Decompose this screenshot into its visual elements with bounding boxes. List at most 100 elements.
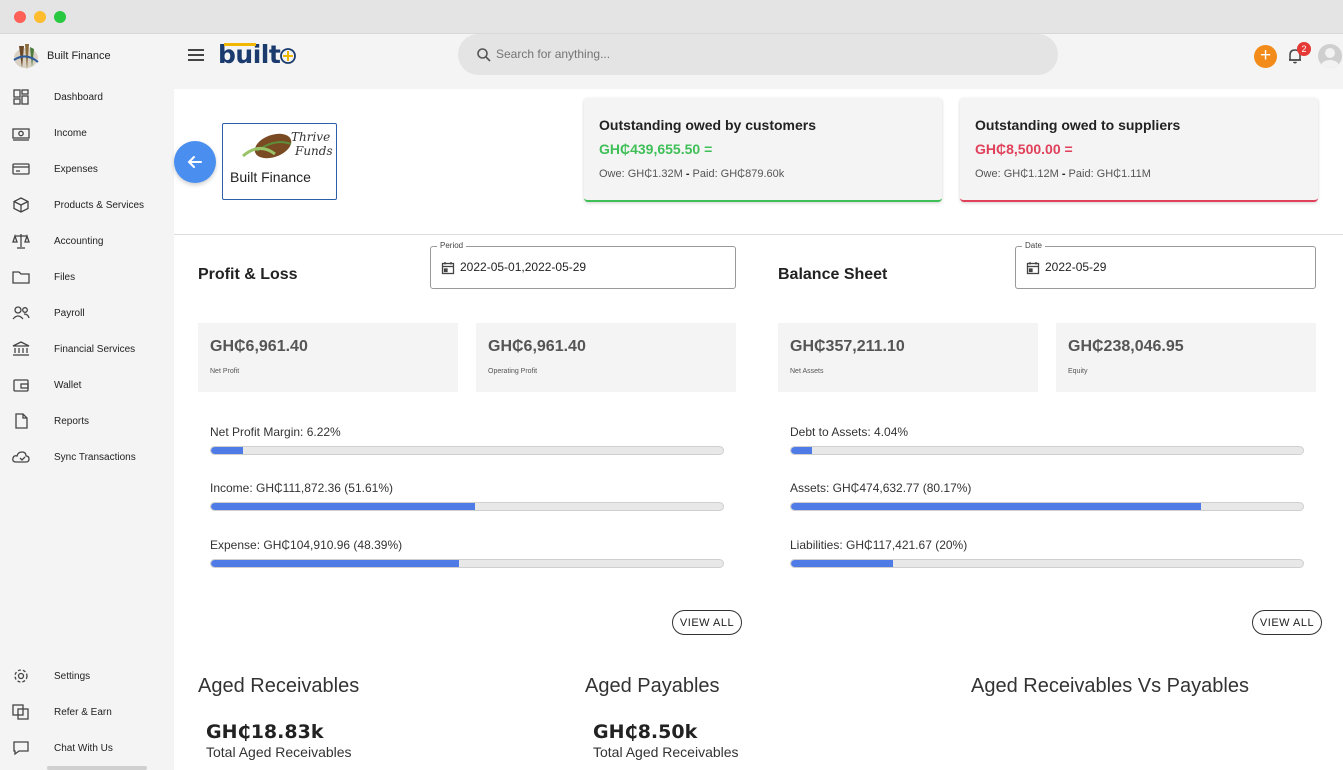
bar-fill xyxy=(211,503,476,510)
aged-receivables-title: Aged Receivables xyxy=(198,675,360,697)
sidebar-item-refer-earn[interactable]: Refer & Earn xyxy=(0,698,174,726)
people-icon xyxy=(12,305,30,321)
aged-receivables-amount: GH₵18.83k xyxy=(206,721,324,743)
profit-loss-title: Profit & Loss xyxy=(198,266,298,283)
sidebar-item-products-services[interactable]: Products & Services xyxy=(0,191,174,219)
company-name: Built Finance xyxy=(230,169,311,185)
money-icon xyxy=(12,125,30,141)
sidebar-item-label: Settings xyxy=(54,670,91,682)
sidebar-item-label: Chat With Us xyxy=(54,742,113,754)
date-label: Date xyxy=(1022,241,1045,250)
date-field[interactable]: Date 2022-05-29 xyxy=(1015,241,1316,289)
pl-bar-label: Expense: GH₵104,910.96 (48.39%) xyxy=(210,538,403,552)
brand-logo-icon xyxy=(10,40,42,72)
minimize-window-button[interactable] xyxy=(34,11,46,23)
customers-paid-value: Paid: GH₵879.60k xyxy=(692,168,785,180)
aged-payables-amount: GH₵8.50k xyxy=(593,721,698,743)
calendar-icon xyxy=(1026,261,1040,275)
sidebar-item-payroll[interactable]: Payroll xyxy=(0,299,174,327)
notification-badge: 2 xyxy=(1297,42,1311,56)
sidebar-item-label: Files xyxy=(54,271,76,283)
outstanding-suppliers-amount: GH₵8,500.00 = xyxy=(975,141,1073,157)
debt-to-assets-bar xyxy=(790,446,1304,455)
sidebar-item-dashboard[interactable]: Dashboard xyxy=(0,83,174,111)
document-icon xyxy=(12,413,30,429)
sidebar-item-label: Wallet xyxy=(54,379,82,391)
company-logo-text-1: Thrive xyxy=(291,130,330,144)
calendar-icon xyxy=(441,261,455,275)
main-content: Thrive Funds Built Finance Outstanding o… xyxy=(174,89,1343,770)
avatar[interactable] xyxy=(1318,44,1342,68)
stat-label: Operating Profit xyxy=(488,368,538,375)
outstanding-customers-card[interactable]: Outstanding owed by customers GH₵439,655… xyxy=(584,98,942,202)
logo-cap-icon xyxy=(224,43,256,46)
outstanding-customers-title: Outstanding owed by customers xyxy=(599,117,817,133)
aged-receivables-subtitle: Total Aged Receivables xyxy=(206,744,352,760)
add-button[interactable]: + xyxy=(1254,45,1277,68)
view-all-balance-sheet-button[interactable]: VIEW ALL xyxy=(1252,610,1322,635)
back-button[interactable] xyxy=(174,141,216,183)
top-bar: built + 2 xyxy=(174,34,1343,89)
sidebar-item-accounting[interactable]: Accounting xyxy=(0,227,174,255)
chat-icon xyxy=(12,740,30,756)
folder-icon xyxy=(12,269,30,285)
outstanding-suppliers-detail: Owe: GH₵1.12M - Paid: GH₵1.11M xyxy=(975,168,1151,180)
sidebar-item-expenses[interactable]: Expenses xyxy=(0,155,174,183)
sidebar-item-label: Reports xyxy=(54,415,90,427)
period-field[interactable]: Period 2022-05-01,2022-05-29 xyxy=(430,241,736,289)
balance-sheet-title: Balance Sheet xyxy=(778,266,888,283)
sidebar-item-label: Dashboard xyxy=(54,91,103,103)
outstanding-suppliers-card[interactable]: Outstanding owed to suppliers GH₵8,500.0… xyxy=(960,98,1318,202)
separator: - xyxy=(685,168,690,180)
sidebar-item-chat[interactable]: Chat With Us xyxy=(0,734,174,762)
liabilities-bar xyxy=(790,559,1304,568)
sidebar-item-label: Expenses xyxy=(54,163,98,175)
menu-icon[interactable] xyxy=(188,49,204,63)
pl-bar-label: Net Profit Margin: 6.22% xyxy=(210,425,341,439)
view-all-profit-loss-button[interactable]: VIEW ALL xyxy=(672,610,742,635)
search-input[interactable] xyxy=(496,44,1036,64)
sidebar-item-income[interactable]: Income xyxy=(0,119,174,147)
aged-vs-title: Aged Receivables Vs Payables xyxy=(971,675,1249,697)
stat-value: GH₵6,961.40 xyxy=(210,338,308,355)
window-titlebar xyxy=(0,0,1343,34)
brand-name: Built Finance xyxy=(47,50,111,62)
net-assets-box: GH₵357,211.10 Net Assets xyxy=(778,323,1038,392)
stat-value: GH₵357,211.10 xyxy=(790,338,905,355)
assets-bar xyxy=(790,502,1304,511)
suppliers-paid-value: Paid: GH₵1.11M xyxy=(1068,168,1151,180)
sidebar-brand[interactable]: Built Finance xyxy=(10,39,111,73)
sidebar-item-financial-services[interactable]: Financial Services xyxy=(0,335,174,363)
cloud-sync-icon xyxy=(12,449,30,465)
sidebar-item-files[interactable]: Files xyxy=(0,263,174,291)
sidebar-item-label: Products & Services xyxy=(54,199,145,211)
company-logo-icon: Thrive Funds xyxy=(242,130,333,159)
refer-icon xyxy=(12,704,30,720)
app-logo[interactable]: built xyxy=(218,40,297,70)
sidebar-item-wallet[interactable]: Wallet xyxy=(0,371,174,399)
stat-value: GH₵6,961.40 xyxy=(488,338,586,355)
bs-bar-label: Debt to Assets: 4.04% xyxy=(790,425,909,439)
stat-label: Net Profit xyxy=(210,368,240,375)
period-label: Period xyxy=(437,241,467,250)
income-bar xyxy=(210,502,724,511)
sidebar-item-label: Payroll xyxy=(54,307,85,319)
search-icon xyxy=(476,47,492,63)
close-window-button[interactable] xyxy=(14,11,26,23)
logo-plus-icon xyxy=(280,48,297,64)
bar-fill xyxy=(791,560,894,567)
outstanding-suppliers-title: Outstanding owed to suppliers xyxy=(975,117,1181,133)
company-card[interactable]: Thrive Funds Built Finance xyxy=(222,123,337,200)
sidebar-scrollbar[interactable] xyxy=(47,766,147,770)
search-bar[interactable] xyxy=(458,34,1058,75)
bank-icon xyxy=(12,341,30,357)
sidebar-item-settings[interactable]: Settings xyxy=(0,662,174,690)
sidebar-item-sync-transactions[interactable]: Sync Transactions xyxy=(0,443,174,471)
sidebar-item-reports[interactable]: Reports xyxy=(0,407,174,435)
net-profit-margin-bar xyxy=(210,446,724,455)
operating-profit-box: GH₵6,961.40 Operating Profit xyxy=(476,323,736,392)
dashboard-icon xyxy=(12,89,30,105)
aged-payables-title: Aged Payables xyxy=(585,675,720,697)
maximize-window-button[interactable] xyxy=(54,11,66,23)
sidebar-item-label: Refer & Earn xyxy=(54,706,112,718)
